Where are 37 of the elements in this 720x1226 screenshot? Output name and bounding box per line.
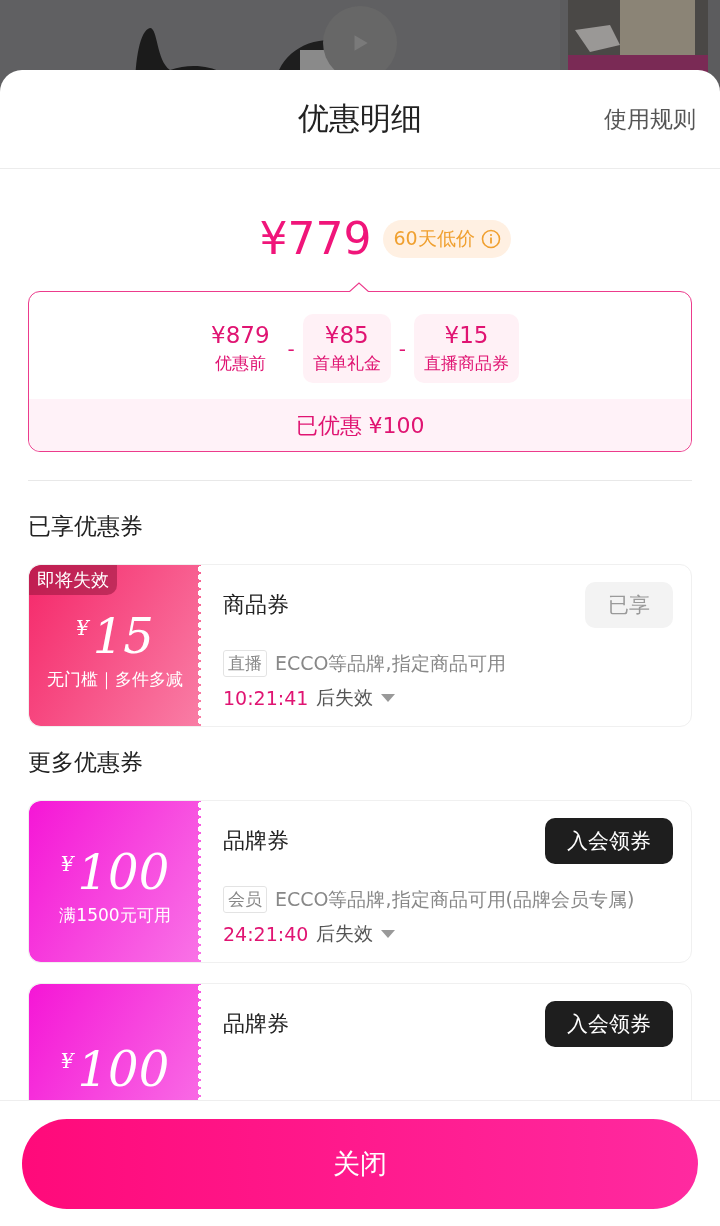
coupon-description: ECCO等品牌,指定商品可用 [275,650,506,676]
coupon-condition: 无门槛｜多件多减 [47,668,183,691]
coupon-tag: 直播 [223,650,267,677]
original-price: ¥879 优惠前 [210,321,271,375]
close-button[interactable]: 关闭 [22,1118,698,1209]
final-price: ¥779 [258,213,372,265]
section-title: 已享优惠券 [28,512,144,541]
coupon-condition: 满1500元可用 [59,904,171,927]
coupon-amount: 100 [77,1040,170,1097]
coupon-tag: 会员 [223,886,267,913]
currency-sign: ¥ [60,1048,74,1073]
coupon-description: ECCO等品牌,指定商品可用(品牌会员专属) [275,886,635,912]
expiring-badge: 即将失效 [29,565,117,595]
currency-sign: ¥ [76,616,89,640]
minus-sign: - [398,336,406,361]
caret-icon[interactable] [381,694,396,702]
coupon-amount: 15 [92,608,154,664]
discount-chip: ¥15 直播商品券 [414,314,519,383]
coupon-action-button[interactable]: 入会领券 [545,1001,673,1047]
expiry-label: 后失效 [316,685,374,710]
countdown-time: 24:21:40 [223,923,309,945]
coupon-amount: 100 [77,844,170,900]
section-title: 更多优惠券 [28,748,144,777]
info-icon [480,229,501,249]
countdown-time: 10:21:41 [223,687,309,709]
minus-sign: - [287,336,295,361]
expiry-label: 后失效 [316,921,374,946]
coupon-name: 商品券 [223,591,289,619]
total-saved: 已优惠 ¥100 [29,399,691,451]
rules-link[interactable]: 使用规则 [604,104,696,135]
discount-chip: ¥85 首单礼金 [302,314,391,383]
coupon-name: 品牌券 [223,1010,289,1038]
sheet-title: 优惠明细 [298,99,422,138]
coupon-name: 品牌券 [223,827,289,855]
currency-sign: ¥ [60,852,74,876]
caret-icon[interactable] [381,930,396,938]
coupon-action-button[interactable]: 入会领券 [545,818,673,864]
